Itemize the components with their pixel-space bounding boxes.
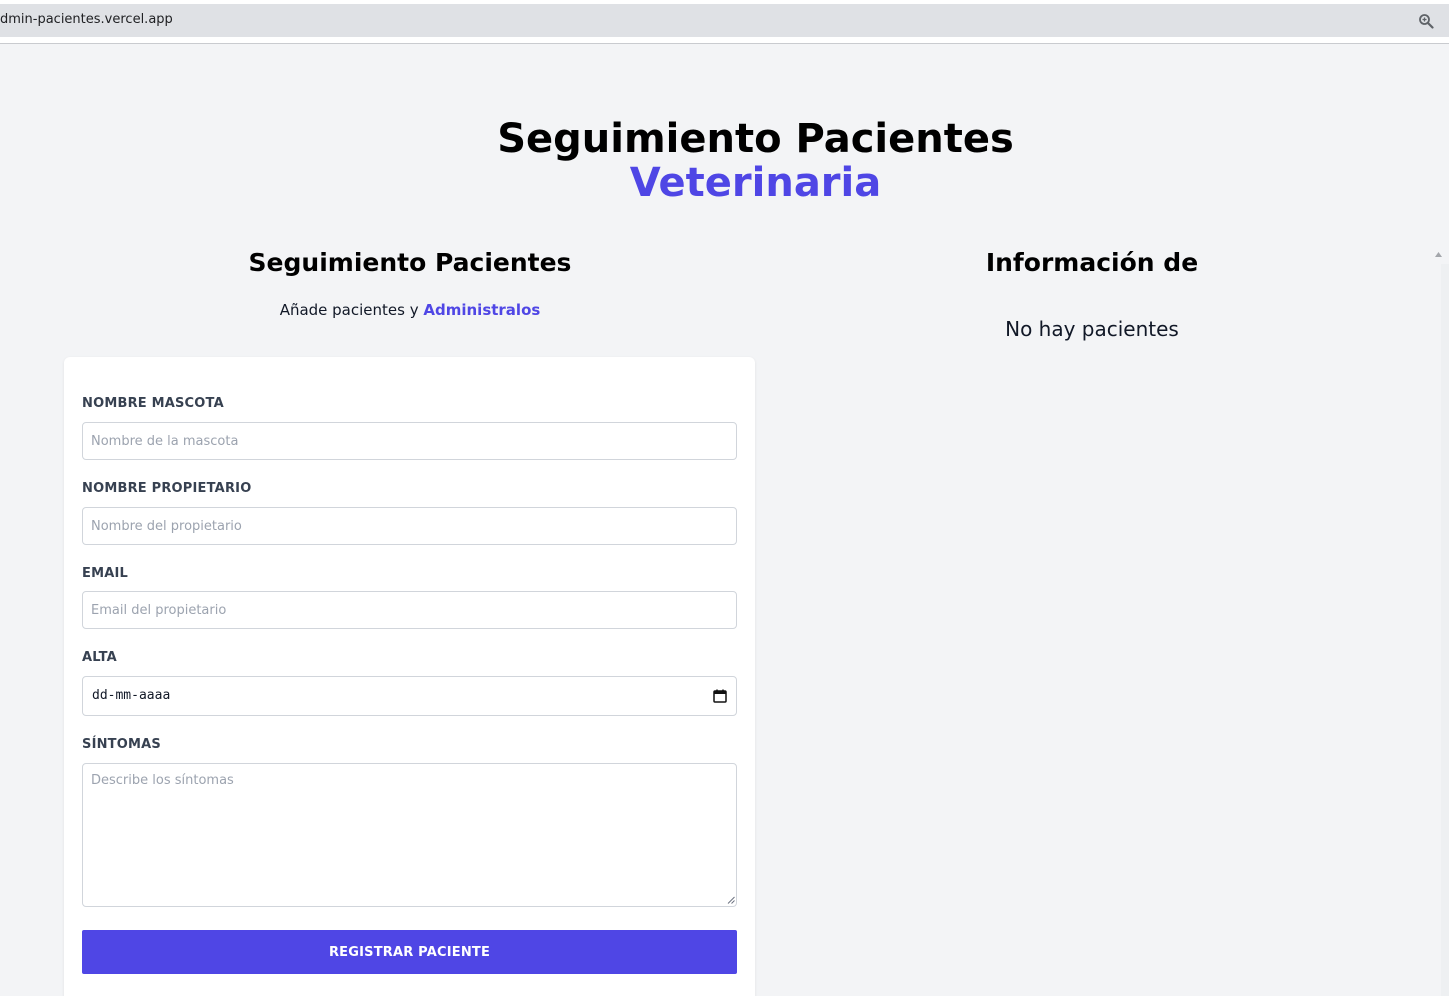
email-input[interactable] xyxy=(82,591,737,629)
scroll-up-arrow-icon[interactable] xyxy=(1434,251,1443,259)
symptoms-label: SÍNTOMAS xyxy=(82,737,161,752)
calendar-icon[interactable] xyxy=(713,689,727,703)
pet-name-label: NOMBRE MASCOTA xyxy=(82,396,224,411)
scrollbar-track[interactable] xyxy=(1441,264,1449,996)
subtitle-text: Añade pacientes y xyxy=(279,301,424,319)
page-title-accent: Veterinaria xyxy=(629,160,882,206)
discharge-date-input[interactable]: dd-mm-aaaa xyxy=(82,676,737,716)
address-bar[interactable]: dmin-pacientes.vercel.app xyxy=(0,4,1449,37)
email-label: EMAIL xyxy=(82,566,128,581)
discharge-label: ALTA xyxy=(82,650,117,665)
form-section-subtitle: Añade pacientes y Administralos xyxy=(60,301,760,319)
page-viewport: Seguimiento Pacientes Veterinaria Seguim… xyxy=(0,44,1449,996)
patients-list-heading: Información de xyxy=(985,248,1199,277)
page-title: Seguimiento Pacientes xyxy=(497,116,1014,162)
empty-list-message: No hay pacientes xyxy=(1005,317,1179,341)
date-value: dd-mm-aaaa xyxy=(92,688,171,703)
zoom-icon[interactable] xyxy=(1418,13,1434,29)
address-url[interactable]: dmin-pacientes.vercel.app xyxy=(0,12,173,27)
owner-name-label: NOMBRE PROPIETARIO xyxy=(82,481,252,496)
register-patient-button[interactable]: REGISTRAR PACIENTE xyxy=(82,930,737,974)
symptoms-textarea[interactable] xyxy=(82,763,737,907)
pet-name-input[interactable] xyxy=(82,422,737,460)
owner-name-input[interactable] xyxy=(82,507,737,545)
subtitle-accent: Administralos xyxy=(423,301,541,319)
resize-grip-icon[interactable] xyxy=(727,896,735,904)
form-section-heading: Seguimiento Pacientes xyxy=(248,248,572,277)
